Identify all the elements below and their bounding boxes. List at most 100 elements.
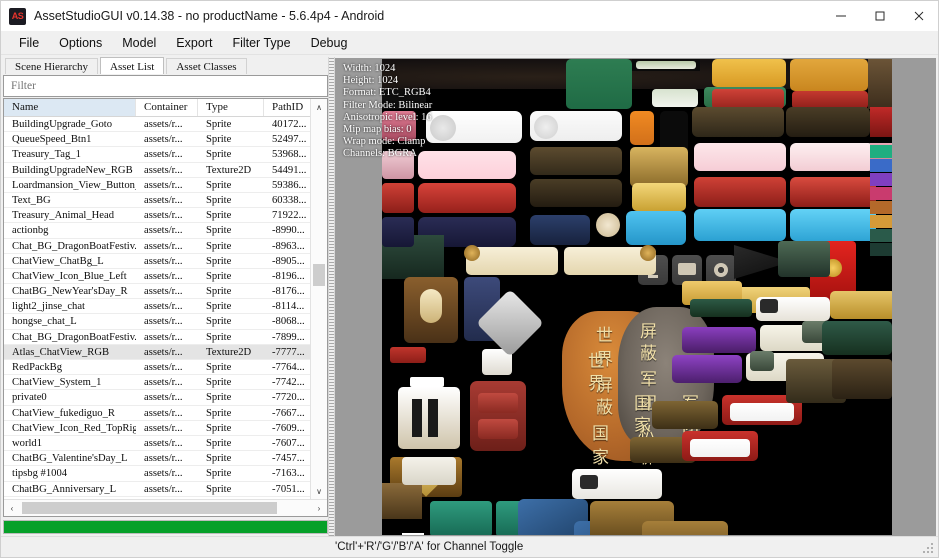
- asset-row-list: BuildingUpgrade_Gotoassets/r...Sprite401…: [4, 117, 310, 499]
- menu-item-export[interactable]: Export: [166, 33, 222, 53]
- asset-grid-inner: Name Container Type PathID BuildingUpgra…: [4, 99, 327, 499]
- cell-type: Texture2D: [198, 163, 264, 177]
- cell-name: BuildingUpgrade_Goto: [4, 117, 136, 131]
- table-row[interactable]: ChatView_System_1assets/r...Sprite-7742.…: [4, 375, 310, 390]
- table-row[interactable]: RedPackBgassets/r...Sprite-7764...: [4, 360, 310, 375]
- table-row[interactable]: ChatBG_Valentine'sDay_Lassets/r...Sprite…: [4, 451, 310, 466]
- cell-type: Sprite: [198, 466, 264, 480]
- cell-pathid: -8176...: [264, 284, 310, 298]
- table-row[interactable]: ChatBG_Anniversary_Lassets/r...Sprite-70…: [4, 482, 310, 497]
- cell-pathid: -7777...: [264, 345, 310, 359]
- atlas-sprite: [830, 291, 892, 319]
- cell-pathid: 59386...: [264, 178, 310, 192]
- atlas-sprite: [410, 377, 444, 387]
- cell-type: Sprite: [198, 178, 264, 192]
- atlas-sprite: [822, 321, 892, 355]
- table-row[interactable]: QueueSpeed_Btn1assets/r...Sprite52497...: [4, 132, 310, 147]
- cell-name: Loardmansion_View_Button_1: [4, 178, 136, 192]
- cell-pathid: 40172...: [264, 117, 310, 131]
- scroll-up-icon[interactable]: ∧: [311, 99, 327, 115]
- atlas-sprite: [790, 209, 876, 241]
- scroll-left-icon[interactable]: ‹: [4, 500, 20, 516]
- cell-container: assets/r...: [136, 421, 198, 435]
- atlas-sprite: [682, 327, 756, 353]
- table-row[interactable]: hongse_chat_Lassets/r...Sprite-8068...: [4, 314, 310, 329]
- cell-pathid: -8963...: [264, 239, 310, 253]
- cell-name: ChatView_Icon_Blue_Left: [4, 269, 136, 283]
- pane-splitter[interactable]: [328, 57, 335, 536]
- filter-input[interactable]: [4, 77, 327, 95]
- minimize-button[interactable]: [821, 1, 860, 31]
- table-row[interactable]: ChatView_Icon_Red_TopRightassets/r...Spr…: [4, 421, 310, 436]
- cell-type: Sprite: [198, 117, 264, 131]
- window-title: AssetStudioGUI v0.14.38 - no productName…: [34, 9, 384, 23]
- menu-item-file[interactable]: File: [9, 33, 49, 53]
- table-row[interactable]: Treasury_Animal_Headassets/r...Sprite719…: [4, 208, 310, 223]
- table-row[interactable]: BuildingUpgrade_Gotoassets/r...Sprite401…: [4, 117, 310, 132]
- close-button[interactable]: [899, 1, 938, 31]
- table-row[interactable]: light2_jinse_chatassets/r...Sprite-8114.…: [4, 299, 310, 314]
- column-header-name[interactable]: Name: [4, 99, 136, 116]
- table-row[interactable]: Text_BGassets/r...Sprite60338...: [4, 193, 310, 208]
- table-row[interactable]: ChatBG_NewYear'sDay_Rassets/r...Sprite-8…: [4, 284, 310, 299]
- table-row[interactable]: actionbgassets/r...Sprite-8990...: [4, 223, 310, 238]
- menu-item-filter-type[interactable]: Filter Type: [222, 33, 300, 53]
- column-header-pathid[interactable]: PathID: [264, 99, 310, 116]
- atlas-sprite: [694, 143, 786, 171]
- atlas-sprite: [690, 439, 750, 457]
- atlas-sprite: [832, 359, 892, 399]
- cell-name: world1: [4, 436, 136, 450]
- atlas-sprite: [642, 521, 728, 536]
- table-row[interactable]: world1assets/r...Sprite-7607...: [4, 436, 310, 451]
- vertical-scroll-thumb[interactable]: [313, 264, 325, 286]
- horizontal-scroll-thumb[interactable]: [22, 502, 277, 514]
- cell-name: RedPackBg: [4, 360, 136, 374]
- atlas-sprite: [712, 59, 786, 87]
- cell-container: assets/r...: [136, 451, 198, 465]
- atlas-sprite: [870, 107, 892, 137]
- table-row[interactable]: Chat_BG_DragonBoatFestiv...assets/r...Sp…: [4, 330, 310, 345]
- tab-asset-classes[interactable]: Asset Classes: [166, 58, 246, 74]
- column-header-type[interactable]: Type: [198, 99, 264, 116]
- menu-item-options[interactable]: Options: [49, 33, 112, 53]
- texture-preview[interactable]: 世界屏蔽屏蔽军团世界国家私聊军团国家 Width: 1024Height: 10…: [335, 58, 936, 536]
- table-row[interactable]: BuildingUpgradeNew_RGBassets/r...Texture…: [4, 163, 310, 178]
- cell-type: Sprite: [198, 223, 264, 237]
- filter-box[interactable]: [3, 75, 328, 97]
- cell-pathid: -7742...: [264, 375, 310, 389]
- cell-container: assets/r...: [136, 406, 198, 420]
- atlas-sprite: [580, 475, 598, 489]
- window-controls: [821, 1, 938, 31]
- menu-item-debug[interactable]: Debug: [301, 33, 358, 53]
- asset-grid: Name Container Type PathID BuildingUpgra…: [3, 98, 328, 517]
- table-row[interactable]: tipsbg #1004assets/r...Sprite-7163...: [4, 466, 310, 481]
- cell-container: assets/r...: [136, 132, 198, 146]
- table-row[interactable]: private0assets/r...Sprite-7720...: [4, 390, 310, 405]
- atlas-sprite: [714, 263, 728, 277]
- atlas-sprite: [530, 215, 590, 245]
- tab-asset-list[interactable]: Asset List: [100, 57, 164, 74]
- menu-item-model[interactable]: Model: [112, 33, 166, 53]
- atlas-sprite: [428, 399, 438, 437]
- cell-pathid: -7163...: [264, 466, 310, 480]
- scroll-right-icon[interactable]: ›: [311, 500, 327, 516]
- table-row[interactable]: ChatView_Icon_Blue_Leftassets/r...Sprite…: [4, 269, 310, 284]
- table-row[interactable]: Chat_BG_DragonBoatFestiv...assets/r...Sp…: [4, 239, 310, 254]
- table-row[interactable]: ChatView_fukediguo_Rassets/r...Sprite-76…: [4, 406, 310, 421]
- title-bar: AS AssetStudioGUI v0.14.38 - no productN…: [1, 1, 938, 31]
- tab-scene-hierarchy[interactable]: Scene Hierarchy: [5, 58, 98, 74]
- cell-name: ChatBG_Valentine'sDay_L: [4, 451, 136, 465]
- table-row[interactable]: Atlas_ChatView_RGBassets/r...Texture2D-7…: [4, 345, 310, 360]
- scroll-down-icon[interactable]: ∨: [311, 483, 327, 499]
- column-header-container[interactable]: Container: [136, 99, 198, 116]
- table-row[interactable]: ChatView_ChatBg_Lassets/r...Sprite-8905.…: [4, 254, 310, 269]
- maximize-button[interactable]: [860, 1, 899, 31]
- grid-vertical-scrollbar[interactable]: ∧ ∨: [310, 99, 327, 499]
- progress-bar: [3, 520, 328, 534]
- cell-container: assets/r...: [136, 269, 198, 283]
- table-row[interactable]: Treasury_Tag_1assets/r...Sprite53968...: [4, 147, 310, 162]
- resize-grip-icon[interactable]: [923, 543, 935, 555]
- grid-horizontal-scrollbar[interactable]: ‹ ›: [4, 499, 327, 516]
- table-row[interactable]: Loardmansion_View_Button_1assets/r...Spr…: [4, 178, 310, 193]
- texture-info-line: Channels: BGRA: [343, 148, 432, 160]
